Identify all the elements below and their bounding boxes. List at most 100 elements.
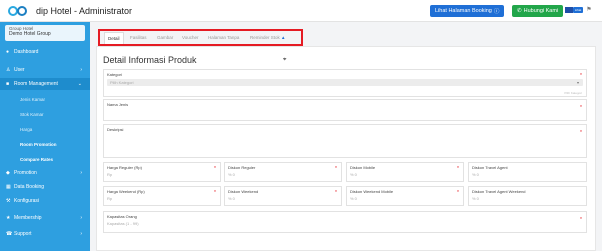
kapasitas-label: Kapasitas Orang — [107, 214, 137, 219]
required-icon: * — [335, 166, 337, 172]
tab-detail[interactable]: Detail — [104, 32, 124, 44]
sidebar-item-dashboard[interactable]: ● Dashboard — [0, 46, 90, 58]
sidebar-item-konfigurasi[interactable]: ⚒ Konfigurasi — [0, 195, 90, 207]
member-icon: ★ — [6, 215, 11, 221]
diskon-travel-field[interactable]: Diskon Travel Agent % 0 — [468, 162, 587, 182]
sidebar-item-data-booking[interactable]: ▦ Data Booking — [0, 181, 90, 193]
main-content: Detail Informasi Produk ⌖ Kategori * Pil… — [96, 46, 596, 251]
wrench-icon: ⚒ — [6, 198, 11, 204]
harga-reguler-value: Rp — [107, 172, 113, 177]
booking-button-label: Lihat Halaman Booking — [435, 8, 492, 14]
mouse-cursor-icon: ⌖ — [283, 57, 287, 63]
chevron-down-icon: ▾ — [576, 80, 579, 85]
diskon-travel-weekend-label: Diskon Travel Agent Weekend — [472, 189, 526, 194]
sidebar-item-label: Support — [14, 231, 32, 237]
dashboard-icon: ● — [6, 49, 10, 55]
tab-gambar[interactable]: Gambar — [157, 33, 173, 43]
diskon-travel-label: Diskon Travel Agent — [472, 165, 508, 170]
user-icon: ♙ — [6, 67, 11, 73]
sidebar-item-label: Room Management — [14, 81, 58, 87]
sidebar-subitem-stok-kamar[interactable]: Stok Kamar — [0, 108, 90, 120]
sidebar-item-label: Dashboard — [14, 49, 39, 55]
sidebar-item-label: Data Booking — [14, 184, 45, 190]
diskon-weekend-mobile-field[interactable]: Diskon Weekend Mobile % 0 * — [346, 186, 464, 206]
sidebar-item-support[interactable]: ☎ Support › — [0, 228, 90, 240]
tab-reminder-stok[interactable]: Reminder Stok ▲ — [250, 33, 286, 43]
diskon-weekend-mobile-value: % 0 — [350, 196, 357, 201]
diskon-weekend-mobile-label: Diskon Weekend Mobile — [350, 189, 394, 194]
sidebar-item-room-management[interactable]: ■ Room Management ⌄ — [0, 78, 90, 90]
diskon-travel-weekend-value: % 0 — [472, 196, 479, 201]
kapasitas-placeholder: Kapasitas (1 - 99) — [107, 221, 139, 226]
phone-icon: ✆ — [517, 8, 522, 14]
bell-icon[interactable]: ⚑ — [586, 7, 592, 14]
sidebar-subitem-harga[interactable]: Harga — [0, 123, 90, 135]
diskon-weekend-value: % 0 — [228, 196, 235, 201]
info-icon: ⓘ — [493, 9, 500, 15]
nama-label: Nama Jenis — [107, 102, 129, 107]
required-icon: * — [457, 190, 459, 196]
required-icon: * — [335, 190, 337, 196]
sidebar-item-label: User — [14, 67, 25, 73]
chevron-right-icon: › — [80, 170, 82, 176]
required-icon: * — [580, 105, 582, 111]
top-actions: Lihat Halaman Booking ⓘ ✆ Hubungi Kami L… — [0, 0, 602, 22]
sidebar-item-label: Promotion — [14, 170, 37, 176]
diskon-reguler-label: Diskon Reguler — [228, 165, 256, 170]
sidebar-subitem-room-promotion[interactable]: Room Promotion — [0, 138, 90, 150]
tag-icon: ◆ — [6, 170, 10, 176]
diskon-mobile-field[interactable]: Diskon Mobile % 0 * — [346, 162, 464, 182]
tab-voucher[interactable]: Voucher — [182, 33, 199, 43]
sidebar-item-label: Konfigurasi — [14, 198, 40, 204]
tab-fasilitas[interactable]: Fasilitas — [130, 33, 147, 43]
harga-reguler-field[interactable]: Harga Reguler (Rp) Rp * — [103, 162, 221, 182]
tab-halaman-tanpa[interactable]: Halaman Tanpa — [208, 33, 239, 43]
diskon-mobile-value: % 0 — [350, 172, 357, 177]
sidebar-item-user[interactable]: ♙ User › — [0, 64, 90, 76]
required-icon: * — [214, 166, 216, 172]
chevron-right-icon: › — [80, 231, 82, 237]
harga-weekend-label: Harga Weekend (Rp) — [107, 189, 145, 194]
contact-us-button[interactable]: ✆ Hubungi Kami — [512, 5, 564, 17]
nama-field[interactable]: Nama Jenis * — [103, 99, 587, 121]
booking-page-button[interactable]: Lihat Halaman Booking ⓘ — [430, 5, 505, 17]
diskon-travel-value: % 0 — [472, 172, 479, 177]
harga-weekend-value: Rp — [107, 196, 113, 201]
warning-icon: ▲ — [281, 35, 286, 40]
deskripsi-label: Deskripsi — [107, 127, 124, 132]
required-icon: * — [580, 217, 582, 223]
support-icon: ☎ — [6, 231, 13, 237]
kategori-label: Kategori — [107, 72, 122, 77]
sidebar-item-membership[interactable]: ★ Membership › — [0, 212, 90, 224]
contact-button-label: Hubungi Kami — [523, 8, 559, 14]
page-title: Detail Informasi Produk — [103, 55, 197, 65]
required-icon: * — [214, 190, 216, 196]
kapasitas-field[interactable]: Kapasitas Orang Kapasitas (1 - 99) * — [103, 211, 587, 233]
chevron-right-icon: › — [80, 67, 82, 73]
required-icon: * — [580, 130, 582, 136]
diskon-travel-weekend-field[interactable]: Diskon Travel Agent Weekend % 0 — [468, 186, 587, 206]
sidebar-item-label: Membership — [14, 215, 42, 221]
group-value: Demo Hotel Group — [9, 31, 51, 37]
diskon-reguler-value: % 0 — [228, 172, 235, 177]
sidebar-subitem-compare-rates[interactable]: Compare Rates — [0, 153, 90, 165]
diskon-reguler-field[interactable]: Diskon Reguler % 0 * — [224, 162, 342, 182]
chevron-down-icon: ⌄ — [77, 81, 82, 87]
product-tabs: Detail Fasilitas Gambar Voucher Halaman … — [100, 30, 300, 46]
deskripsi-field[interactable]: Deskripsi * — [103, 124, 587, 158]
required-icon: * — [457, 166, 459, 172]
harga-weekend-field[interactable]: Harga Weekend (Rp) Rp * — [103, 186, 221, 206]
book-icon: ▦ — [6, 184, 11, 190]
tab-label: Reminder Stok — [250, 35, 280, 40]
kategori-placeholder: Pilih Kategori — [110, 80, 134, 85]
kategori-select[interactable]: Kategori * Pilih Kategori ▾ Pilih Katego… — [103, 69, 587, 97]
diskon-weekend-field[interactable]: Diskon Weekend % 0 * — [224, 186, 342, 206]
language-badge[interactable]: Lihat — [573, 7, 583, 13]
sidebar-subitem-jenis-kamar[interactable]: Jenis Kamar — [0, 93, 90, 105]
diskon-weekend-label: Diskon Weekend — [228, 189, 259, 194]
language-flag-icon[interactable] — [565, 7, 573, 13]
chevron-right-icon: › — [80, 215, 82, 221]
sidebar-item-promotion[interactable]: ◆ Promotion › — [0, 167, 90, 179]
hotel-group-selector[interactable]: Group Hotel Demo Hotel Group — [5, 25, 85, 41]
kategori-dropdown[interactable]: Pilih Kategori ▾ — [107, 79, 583, 86]
